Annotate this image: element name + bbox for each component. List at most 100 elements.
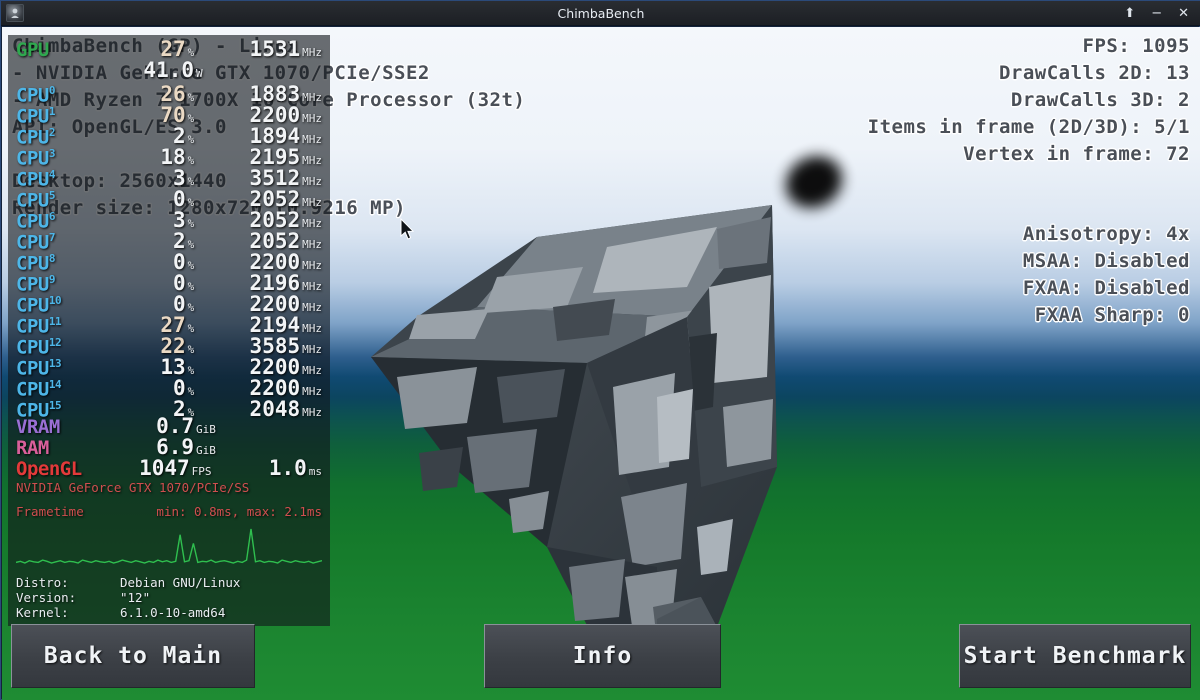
hud-frametime-header: Frametime min: 0.8ms, max: 2.1ms <box>16 504 322 519</box>
hud-row-cpu-1: CPU1 70% 2200 MHz <box>16 101 322 127</box>
hud-cpu-clock-unit: MHz <box>302 196 322 210</box>
hud-cpu-clock-15: 2048 <box>249 397 301 422</box>
hud-frametime-range: min: 0.8ms, max: 2.1ms <box>156 504 322 519</box>
hud-cpu-usage-4: 3 <box>173 166 186 191</box>
hud-cpu-clock-0: 1883 <box>249 82 301 107</box>
hud-row-gpu-power: 41.0 W <box>16 58 322 82</box>
hud-cpu-usage-7: 2 <box>173 229 186 254</box>
low-poly-rock-mesh <box>357 167 817 667</box>
hud-system-info: Distro: Debian GNU/Linux Version: "12" K… <box>16 575 322 620</box>
hud-row-cpu-0: CPU0 26% 1883 MHz <box>16 80 322 106</box>
hud-gpu-usage: 27 <box>160 37 186 61</box>
hud-cpu-clock-unit: MHz <box>302 343 322 357</box>
hud-cpu-usage-1: 70 <box>160 103 186 128</box>
hud-label-ram: RAM <box>16 437 49 459</box>
hud-gpu-name: NVIDIA GeForce GTX 1070/PCIe/SS <box>16 480 250 495</box>
hud-api-fps: 1047 <box>139 456 190 480</box>
hud-cpu-clock-11: 2194 <box>249 313 301 338</box>
hud-cpu-usage-2: 2 <box>173 124 186 149</box>
hud-cpu-clock-unit: MHz <box>302 301 322 315</box>
hud-cpu-clock-13: 2200 <box>249 355 301 380</box>
system-row-version: Version: "12" <box>16 590 322 605</box>
hud-cpu-usage-unit: % <box>187 343 195 357</box>
hud-cpu-usage-unit: % <box>187 217 195 231</box>
hud-row-cpu-13: CPU13 13% 2200 MHz <box>16 353 322 379</box>
hud-gpu-power: 41.0 <box>143 58 194 82</box>
hud-cpu-usage-5: 0 <box>173 187 186 212</box>
hud-cpu-clock-8: 2200 <box>249 250 301 275</box>
hud-cpu-usage-unit: % <box>187 133 195 147</box>
hud-cpu-usage-3: 18 <box>160 145 186 170</box>
maximize-icon[interactable]: ⬆ <box>1124 7 1135 20</box>
close-icon[interactable]: ✕ <box>1178 7 1189 20</box>
setting-anisotropy: Anisotropy: 4x <box>1022 223 1190 246</box>
hud-cpu-usage-unit: % <box>187 196 195 210</box>
hud-cpu-clock-7: 2052 <box>249 229 301 254</box>
stat-drawcalls-2d: DrawCalls 2D: 13 <box>998 62 1190 85</box>
hud-cpu-clock-5: 2052 <box>249 187 301 212</box>
system-key: Kernel: <box>16 605 69 620</box>
system-value: Debian GNU/Linux <box>120 575 241 590</box>
hud-cpu-clock-2: 1894 <box>249 124 301 149</box>
hud-cpu-usage-unit: % <box>187 175 195 189</box>
hud-vram-value: 0.7 <box>156 414 194 438</box>
hud-cpu-usage-unit: % <box>187 280 195 294</box>
hud-label-vram: VRAM <box>16 416 60 438</box>
hud-cpu-clock-unit: MHz <box>302 217 322 231</box>
back-to-main-button[interactable]: Back to Main <box>11 624 255 688</box>
hud-cpu-clock-unit: MHz <box>302 406 322 420</box>
system-row-kernel: Kernel: 6.1.0-10-amd64 <box>16 605 322 620</box>
system-key: Version: <box>16 590 77 605</box>
hud-api-frametime-unit: ms <box>308 465 322 478</box>
hud-cpu-usage-0: 26 <box>160 82 186 107</box>
hud-cpu-usage-unit: % <box>187 385 195 399</box>
hud-label-gpu: GPU <box>16 39 49 61</box>
stat-items-in-frame: Items in frame (2D/3D): 5/1 <box>867 116 1190 139</box>
hud-cpu-usage-12: 22 <box>160 334 186 359</box>
hud-cpu-clock-unit: MHz <box>302 133 322 147</box>
hud-gpu-power-unit: W <box>196 67 203 80</box>
hud-cpu-usage-unit: % <box>187 364 195 378</box>
hud-cpu-usage-unit: % <box>187 259 195 273</box>
setting-fxaa: FXAA: Disabled <box>1022 277 1190 300</box>
performance-hud-overlay: GPU 27 % 1531 MHz 41.0 W CPU0 26% 1883 MHz C… <box>8 35 330 626</box>
hud-api-fps-unit: FPS <box>191 465 212 478</box>
hud-cpu-usage-9: 0 <box>173 271 186 296</box>
hud-vram-unit: GiB <box>196 423 216 436</box>
start-benchmark-button[interactable]: Start Benchmark <box>959 624 1191 688</box>
system-key: Distro: <box>16 575 69 590</box>
hud-cpu-clock-4: 3512 <box>249 166 301 191</box>
system-value: 6.1.0-10-amd64 <box>120 605 226 620</box>
minimize-icon[interactable]: − <box>1151 7 1162 20</box>
hud-cpu-usage-unit: % <box>187 112 195 126</box>
hud-cpu-clock-14: 2200 <box>249 376 301 401</box>
stat-drawcalls-3d: DrawCalls 3D: 2 <box>1010 89 1190 112</box>
hud-cpu-clock-3: 2195 <box>249 145 301 170</box>
hud-label-api: OpenGL <box>16 458 82 480</box>
hud-cpu-usage-unit: % <box>187 91 195 105</box>
hud-cpu-usage-6: 3 <box>173 208 186 233</box>
info-button[interactable]: Info <box>484 624 721 688</box>
benchmark-stats-right: FPS: 1095 DrawCalls 2D: 13 DrawCalls 3D:… <box>867 35 1190 170</box>
title-bar[interactable]: ChimbaBench ⬆ − ✕ <box>1 1 1200 26</box>
hud-cpu-usage-unit: % <box>187 154 195 168</box>
hud-cpu-clock-1: 2200 <box>249 103 301 128</box>
frametime-graph <box>16 521 322 569</box>
hud-row-cpu-11: CPU11 27% 2194 MHz <box>16 311 322 337</box>
hud-frametime-label: Frametime <box>16 504 84 519</box>
hud-cpu-clock-unit: MHz <box>302 154 322 168</box>
hud-cpu-usage-unit: % <box>187 301 195 315</box>
hud-cpu-list: CPU0 26% 1883 MHz CPU1 70% 2200 MHz CPU2 2% 1894 MH… <box>16 80 322 421</box>
setting-fxaa-sharp: FXAA Sharp: 0 <box>1034 304 1190 327</box>
hud-cpu-usage-unit: % <box>187 238 195 252</box>
hud-cpu-usage-13: 13 <box>160 355 186 380</box>
render-viewport[interactable]: ChimbaBench (GP) - Linux - NVIDIA GeForc… <box>2 27 1200 700</box>
hud-cpu-clock-10: 2200 <box>249 292 301 317</box>
hud-gpu-clock: 1531 <box>249 37 301 61</box>
hud-cpu-usage-10: 0 <box>173 292 186 317</box>
hud-ram-value: 6.9 <box>156 435 194 459</box>
hud-cpu-clock-unit: MHz <box>302 280 322 294</box>
hud-cpu-clock-unit: MHz <box>302 91 322 105</box>
system-row-distro: Distro: Debian GNU/Linux <box>16 575 322 590</box>
app-window: ChimbaBench ⬆ − ✕ 1070/PCIe/SSE2 Process… <box>0 0 1200 700</box>
